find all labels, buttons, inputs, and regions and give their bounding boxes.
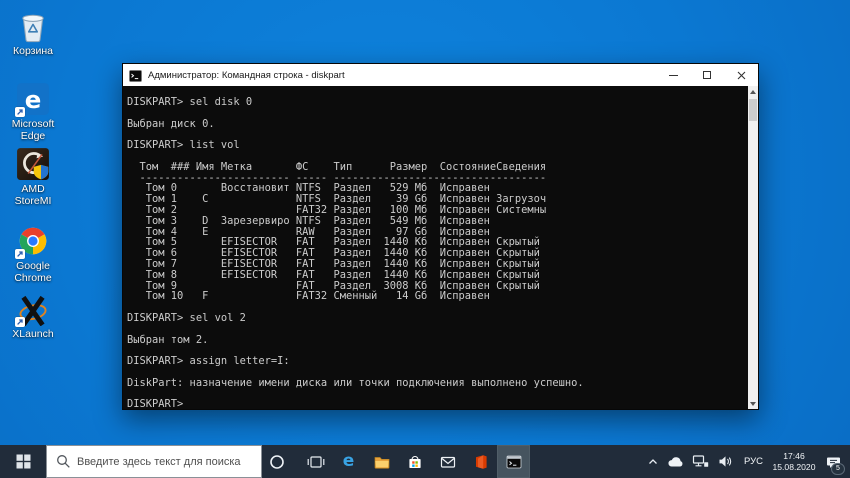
- network-icon: [692, 454, 709, 469]
- maximize-button[interactable]: [690, 64, 724, 86]
- taskbar-search[interactable]: [46, 445, 262, 478]
- taskbar-app-edge[interactable]: e: [332, 445, 365, 478]
- cmd-app-icon: [129, 69, 142, 81]
- amd-storemi-icon: [16, 147, 50, 181]
- taskbar-app-file-explorer[interactable]: [365, 445, 398, 478]
- close-button[interactable]: [724, 64, 758, 86]
- recycle-bin-icon: [16, 9, 50, 43]
- close-icon: [737, 71, 746, 80]
- chevron-up-icon: [647, 456, 659, 468]
- system-tray: РУС 17:46 15.08.2020 5: [645, 445, 850, 478]
- edge-icon: e: [343, 453, 355, 470]
- action-center-button[interactable]: 5: [822, 445, 844, 478]
- desktop-icon-microsoft-edge[interactable]: e Microsoft Edge: [2, 82, 64, 142]
- cmd-window: Администратор: Командная строка - diskpa…: [122, 63, 759, 410]
- shortcut-arrow-icon: [15, 317, 25, 327]
- store-icon: [406, 453, 424, 471]
- desktop: Корзина e Microsoft Edge: [0, 0, 850, 445]
- console-scrollbar[interactable]: [748, 86, 758, 409]
- language-indicator[interactable]: РУС: [741, 445, 766, 478]
- scroll-up-icon[interactable]: [748, 86, 758, 97]
- shortcut-arrow-icon: [15, 107, 25, 117]
- taskbar-app-store[interactable]: [398, 445, 431, 478]
- minimize-icon: [669, 75, 678, 76]
- file-explorer-icon: [373, 453, 391, 471]
- onedrive-tray-button[interactable]: [666, 445, 686, 478]
- clock[interactable]: 17:46 15.08.2020: [771, 451, 817, 472]
- windows-logo-icon: [16, 454, 31, 469]
- cloud-icon: [667, 455, 684, 468]
- cortana-icon: [269, 454, 285, 470]
- desktop-icon-label: AMD StoreMI: [2, 183, 64, 207]
- taskbar-app-mail[interactable]: [431, 445, 464, 478]
- tray-time: 17:46: [771, 451, 817, 462]
- scrollbar-thumb[interactable]: [749, 99, 757, 121]
- taskbar-app-cmd[interactable]: [497, 445, 530, 478]
- network-tray-button[interactable]: [691, 445, 711, 478]
- svg-text:e: e: [25, 85, 42, 114]
- maximize-icon: [703, 71, 711, 79]
- edge-icon: e: [16, 82, 50, 116]
- speaker-icon: [718, 455, 733, 468]
- console-output[interactable]: DISKPART> sel disk 0 Выбран диск 0. DISK…: [123, 86, 748, 409]
- taskbar-app-task-view[interactable]: [299, 445, 332, 478]
- window-titlebar[interactable]: Администратор: Командная строка - diskpa…: [123, 64, 758, 86]
- desktop-icon-label: XLaunch: [2, 328, 64, 340]
- desktop-icon-recycle-bin[interactable]: Корзина: [2, 9, 64, 57]
- cortana-button[interactable]: [262, 445, 292, 478]
- cmd-icon: [505, 453, 523, 471]
- task-view-icon: [307, 453, 325, 471]
- taskbar-app-office[interactable]: [464, 445, 497, 478]
- desktop-icon-google-chrome[interactable]: Google Chrome: [2, 224, 64, 284]
- start-button[interactable]: [0, 445, 46, 478]
- taskbar: e: [0, 445, 850, 478]
- search-input[interactable]: [47, 446, 261, 477]
- console-area: DISKPART> sel disk 0 Выбран диск 0. DISK…: [123, 86, 758, 409]
- desktop-icon-label: Microsoft Edge: [2, 118, 64, 142]
- office-icon: [472, 453, 490, 471]
- tray-date: 15.08.2020: [771, 462, 817, 473]
- xlaunch-icon: [16, 292, 50, 326]
- mail-icon: [439, 453, 457, 471]
- volume-tray-button[interactable]: [716, 445, 736, 478]
- scroll-down-icon[interactable]: [748, 398, 758, 409]
- tray-expand-button[interactable]: [645, 445, 661, 478]
- search-icon: [56, 454, 71, 469]
- chrome-icon: [16, 224, 50, 258]
- taskbar-apps: e: [299, 445, 530, 478]
- desktop-icon-xlaunch[interactable]: XLaunch: [2, 292, 64, 340]
- shortcut-arrow-icon: [15, 249, 25, 259]
- desktop-icon-label: Google Chrome: [2, 260, 64, 284]
- notification-badge: 5: [831, 463, 845, 475]
- desktop-icon-amd-storemi[interactable]: AMD StoreMI: [2, 147, 64, 207]
- minimize-button[interactable]: [656, 64, 690, 86]
- desktop-icon-label: Корзина: [2, 45, 64, 57]
- window-title: Администратор: Командная строка - diskpa…: [148, 70, 656, 81]
